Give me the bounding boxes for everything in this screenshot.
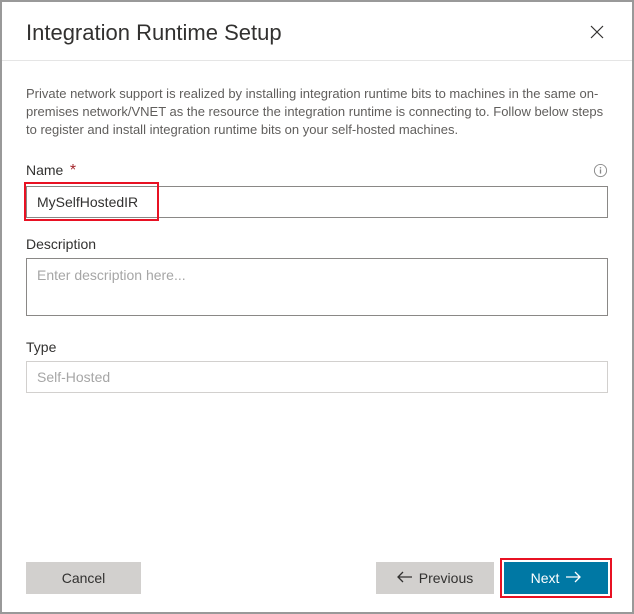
required-indicator: *: [70, 162, 76, 179]
close-icon: [590, 27, 604, 42]
footer-right: Previous Next: [376, 562, 608, 594]
type-label: Type: [26, 339, 56, 355]
intro-text: Private network support is realized by i…: [26, 85, 608, 140]
info-icon[interactable]: [593, 163, 608, 178]
previous-button[interactable]: Previous: [376, 562, 494, 594]
cancel-button[interactable]: Cancel: [26, 562, 141, 594]
next-button-label: Next: [531, 570, 560, 586]
name-field-wrap: [26, 186, 608, 218]
description-input[interactable]: [26, 258, 608, 316]
arrow-right-icon: [565, 570, 581, 586]
next-button-wrap: Next: [504, 562, 608, 594]
name-label-row: Name *: [26, 162, 608, 180]
close-button[interactable]: [586, 21, 608, 46]
description-label: Description: [26, 236, 96, 252]
type-label-row: Type: [26, 339, 608, 355]
previous-button-label: Previous: [419, 570, 473, 586]
name-label: Name: [26, 162, 63, 178]
description-label-row: Description: [26, 236, 608, 252]
type-input: [26, 361, 608, 393]
arrow-left-icon: [397, 570, 413, 586]
dialog-title: Integration Runtime Setup: [26, 20, 282, 46]
dialog-footer: Cancel Previous Next: [26, 562, 608, 594]
cancel-button-label: Cancel: [62, 570, 106, 586]
name-input[interactable]: [26, 186, 608, 218]
dialog-header: Integration Runtime Setup: [2, 2, 632, 61]
next-button[interactable]: Next: [504, 562, 608, 594]
dialog-content: Private network support is realized by i…: [2, 61, 632, 417]
